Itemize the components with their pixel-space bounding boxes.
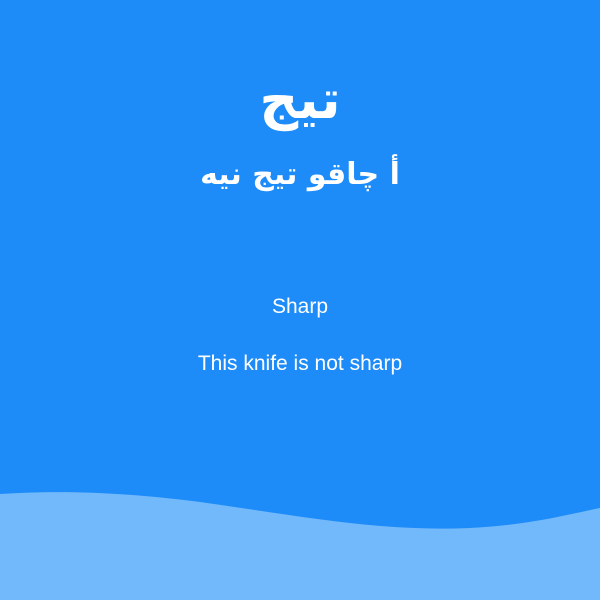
example-sentence: أ چاقو تيج نيه <box>200 157 400 192</box>
word-translation: Sharp <box>271 295 329 318</box>
wave-shape <box>0 492 600 600</box>
wave-decoration <box>0 492 600 600</box>
vocabulary-word: تيج <box>259 68 341 131</box>
sentence-translation: This knife is not sharp <box>197 352 403 375</box>
flashcard: تيج أ چاقو تيج نيه Sharp This knife is n… <box>0 0 600 600</box>
